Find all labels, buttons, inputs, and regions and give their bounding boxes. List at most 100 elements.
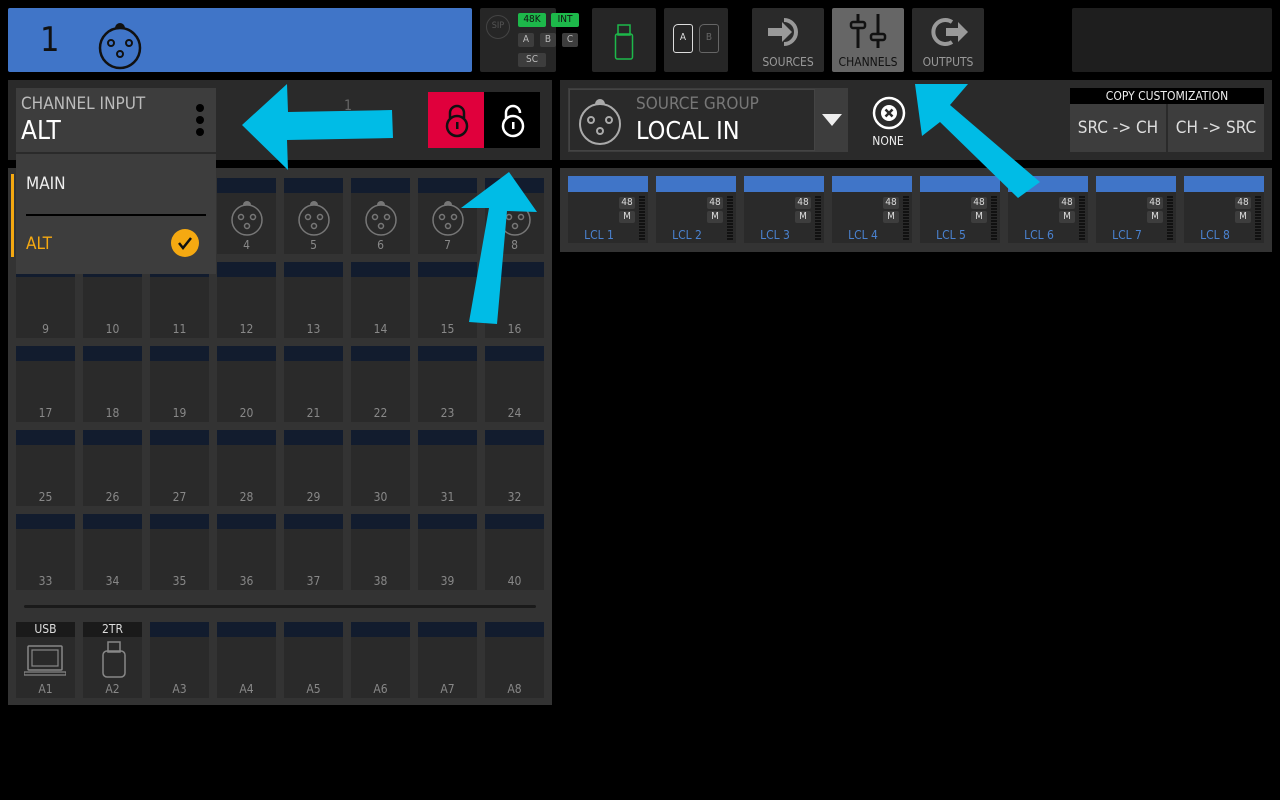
channel-cell[interactable]: 19 <box>150 346 209 422</box>
channel-cell[interactable]: 8 <box>485 178 544 254</box>
channel-color-band <box>16 514 75 529</box>
menu-item-alt[interactable]: ALT <box>16 218 216 274</box>
channel-cell[interactable]: 28 <box>217 430 276 506</box>
channel-number-label: 8 <box>511 238 518 252</box>
local-input-cell[interactable]: 48 M LCL 3 <box>744 176 824 243</box>
channel-cell[interactable]: 37 <box>284 514 343 590</box>
phantom-48v-badge: 48 <box>1147 197 1163 209</box>
channel-cell[interactable]: 15 <box>418 262 477 338</box>
aux-number-label: A8 <box>507 682 522 696</box>
aux-cell[interactable]: A5 <box>284 622 343 698</box>
local-input-cell[interactable]: 48 M LCL 8 <box>1184 176 1264 243</box>
aux-cell[interactable]: A8 <box>485 622 544 698</box>
channel-cell[interactable]: 7 <box>418 178 477 254</box>
channel-cell[interactable]: 38 <box>351 514 410 590</box>
channel-cell[interactable]: 16 <box>485 262 544 338</box>
phantom-48v-badge: 48 <box>971 197 987 209</box>
unlock-button[interactable] <box>484 92 540 148</box>
channel-cell[interactable]: 21 <box>284 346 343 422</box>
usb-drive-icon <box>102 641 126 678</box>
channel-color-band <box>83 514 142 529</box>
channel-cell[interactable]: 12 <box>217 262 276 338</box>
channel-cell[interactable]: 17 <box>16 346 75 422</box>
channel-cell[interactable]: 40 <box>485 514 544 590</box>
channel-number: 1 <box>40 20 60 60</box>
channel-color-band <box>485 262 544 277</box>
channel-cell[interactable]: 20 <box>217 346 276 422</box>
mute-badge: M <box>619 211 635 223</box>
aux-cell[interactable]: A7 <box>418 622 477 698</box>
nav-channels[interactable]: CHANNELS <box>832 8 904 72</box>
card-slot-button[interactable]: A B <box>664 8 728 72</box>
channel-number-label: 30 <box>373 490 388 504</box>
channel-color-band <box>351 430 410 445</box>
usb-status-button[interactable] <box>592 8 656 72</box>
channel-cell[interactable]: 31 <box>418 430 477 506</box>
phantom-48v-badge: 48 <box>707 197 723 209</box>
channel-cell[interactable]: 32 <box>485 430 544 506</box>
channel-cell[interactable]: 35 <box>150 514 209 590</box>
check-circle-icon <box>171 229 199 257</box>
channel-input-selector[interactable]: CHANNEL INPUT ALT <box>16 88 216 152</box>
channel-number-label: 16 <box>507 322 522 336</box>
channel-cell[interactable]: 29 <box>284 430 343 506</box>
output-icon <box>931 18 968 46</box>
channel-color-band <box>418 346 477 361</box>
channel-cell[interactable]: 6 <box>351 178 410 254</box>
nav-sources[interactable]: SOURCES <box>752 8 824 72</box>
level-meter <box>991 196 997 240</box>
channel-cell[interactable]: 18 <box>83 346 142 422</box>
aux-number-label: A6 <box>373 682 388 696</box>
status-panel: SIP 48K INT A B C SC <box>480 8 579 72</box>
channel-cell[interactable]: 39 <box>418 514 477 590</box>
channel-cell[interactable]: 22 <box>351 346 410 422</box>
menu-accent-bar <box>11 174 14 257</box>
more-vert-icon[interactable] <box>195 103 205 139</box>
chevron-down-icon[interactable] <box>822 114 842 126</box>
menu-item-main-label: MAIN <box>26 174 66 194</box>
aux-cell[interactable]: USB A1 <box>16 622 75 698</box>
lock-button[interactable] <box>428 92 484 148</box>
channel-cell[interactable]: 30 <box>351 430 410 506</box>
channel-number-label: 5 <box>310 238 317 252</box>
ch-to-src-button[interactable]: CH -> SRC <box>1168 104 1264 152</box>
source-group-selector[interactable]: SOURCE GROUP LOCAL IN <box>568 88 848 152</box>
menu-item-main[interactable]: MAIN <box>16 154 216 212</box>
aux-cell[interactable]: A4 <box>217 622 276 698</box>
channel-cell[interactable]: 23 <box>418 346 477 422</box>
channel-cell[interactable]: 34 <box>83 514 142 590</box>
aux-number-label: A7 <box>440 682 455 696</box>
none-button[interactable]: NONE <box>864 94 912 152</box>
level-meter <box>1079 196 1085 240</box>
channel-color-band <box>485 346 544 361</box>
channel-cell[interactable]: 25 <box>16 430 75 506</box>
local-input-cell[interactable]: 48 M LCL 7 <box>1096 176 1176 243</box>
channel-cell[interactable]: 26 <box>83 430 142 506</box>
aux-cell[interactable]: A6 <box>351 622 410 698</box>
channel-cell[interactable]: 24 <box>485 346 544 422</box>
channel-color-band <box>284 178 343 193</box>
src-to-ch-button[interactable]: SRC -> CH <box>1070 104 1166 152</box>
channel-cell[interactable]: 5 <box>284 178 343 254</box>
mute-badge: M <box>1059 211 1075 223</box>
nav-outputs[interactable]: OUTPUTS <box>912 8 984 72</box>
local-input-cell[interactable]: 48 M LCL 6 <box>1008 176 1088 243</box>
channel-cell[interactable]: 33 <box>16 514 75 590</box>
channel-cell[interactable]: 14 <box>351 262 410 338</box>
local-input-cell[interactable]: 48 M LCL 5 <box>920 176 1000 243</box>
level-meter <box>727 196 733 240</box>
channel-input-value: ALT <box>21 116 61 146</box>
aux-cell[interactable]: 2TR A2 <box>83 622 142 698</box>
local-input-name: LCL 3 <box>760 228 790 242</box>
channel-cell[interactable]: 4 <box>217 178 276 254</box>
local-input-cell[interactable]: 48 M LCL 1 <box>568 176 648 243</box>
channel-cell[interactable]: 36 <box>217 514 276 590</box>
none-label: NONE <box>872 134 904 148</box>
aux-cell[interactable]: A3 <box>150 622 209 698</box>
xlr-icon <box>98 23 142 70</box>
channel-cell[interactable]: 27 <box>150 430 209 506</box>
local-input-cell[interactable]: 48 M LCL 4 <box>832 176 912 243</box>
channel-header[interactable]: 1 <box>8 8 472 72</box>
local-input-cell[interactable]: 48 M LCL 2 <box>656 176 736 243</box>
channel-cell[interactable]: 13 <box>284 262 343 338</box>
